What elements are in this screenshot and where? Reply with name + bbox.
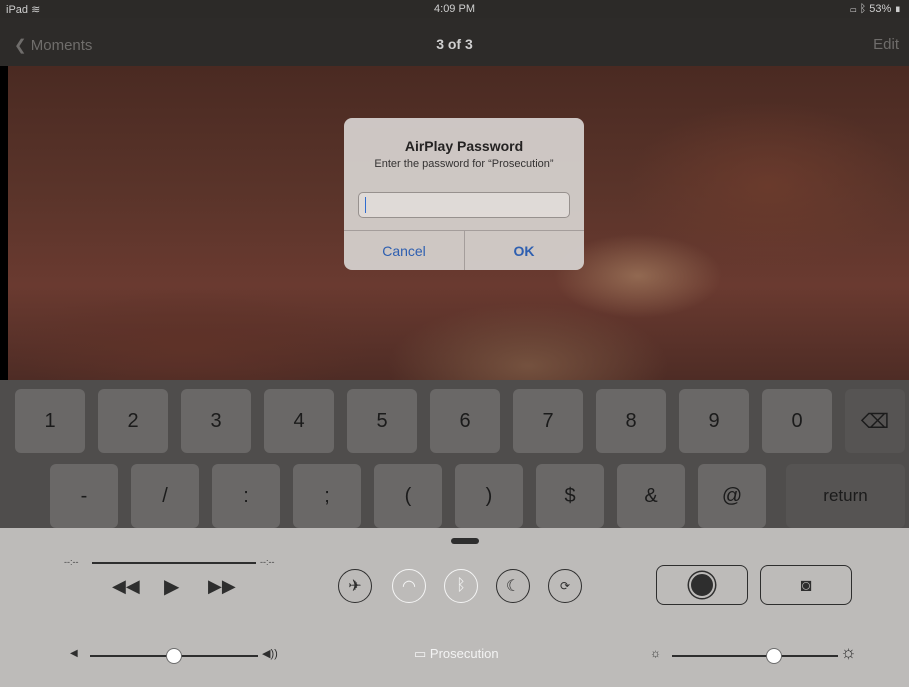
key-7[interactable]: 7 [513, 389, 583, 453]
delete-key[interactable]: ⌫ [845, 389, 905, 453]
key-9[interactable]: 9 [679, 389, 749, 453]
rotation-lock-toggle[interactable]: ⟳ [548, 569, 582, 603]
key-4[interactable]: 4 [264, 389, 334, 453]
key-open-paren[interactable]: ( [374, 464, 442, 528]
key-1[interactable]: 1 [15, 389, 85, 453]
airplay-button[interactable]: ▭ Prosecution [414, 646, 499, 662]
rewind-icon[interactable]: ◀◀ [112, 576, 140, 597]
key-8[interactable]: 8 [596, 389, 666, 453]
key-at[interactable]: @ [698, 464, 766, 528]
key-ampersand[interactable]: & [617, 464, 685, 528]
brightness-slider[interactable] [672, 655, 838, 657]
volume-slider-thumb[interactable] [166, 648, 182, 664]
key-3[interactable]: 3 [181, 389, 251, 453]
ok-button[interactable]: OK [464, 243, 584, 259]
play-icon[interactable]: ▶ [164, 574, 179, 599]
airplane-icon: ✈ [348, 578, 362, 595]
airplane-mode-toggle[interactable]: ✈ [338, 569, 372, 603]
media-scrubber[interactable] [92, 562, 256, 564]
bluetooth-icon: ᛒ [456, 577, 466, 594]
control-center: --:-- --:-- ◀◀ ▶ ▶▶ ✈ ◠ ᛒ ☾ ⟳ ◙ ◀ ◀)) ▭ … [0, 528, 909, 687]
navigation-bar: ❮ Moments 3 of 3 Edit [0, 18, 909, 66]
return-key[interactable]: return [786, 464, 905, 528]
grabber-handle[interactable] [451, 538, 479, 544]
airplay-icon: ▭ [414, 646, 427, 661]
keyboard: 1 2 3 4 5 6 7 8 9 0 ⌫ - / : ; ( ) $ & @ … [0, 380, 909, 528]
timer-button[interactable] [656, 565, 748, 605]
volume-low-icon: ◀ [70, 648, 78, 659]
key-close-paren[interactable]: ) [455, 464, 523, 528]
key-5[interactable]: 5 [347, 389, 417, 453]
rotation-lock-icon: ⟳ [559, 579, 571, 593]
wifi-icon: ◠ [402, 578, 416, 595]
airplay-status-icon: ▭ [849, 3, 857, 15]
key-semicolon[interactable]: ; [293, 464, 361, 528]
camera-button[interactable]: ◙ [760, 565, 852, 605]
key-6[interactable]: 6 [430, 389, 500, 453]
do-not-disturb-toggle[interactable]: ☾ [496, 569, 530, 603]
status-bar: iPad ≋ 4:09 PM ▭ ᛒ 53% ▮ [0, 0, 909, 18]
password-input[interactable] [358, 192, 570, 218]
volume-high-icon: ◀)) [262, 648, 278, 660]
backspace-icon: ⌫ [860, 410, 890, 433]
dialog-title: AirPlay Password [404, 138, 524, 154]
airplay-password-dialog: AirPlay Password Enter the password for … [344, 118, 584, 270]
status-time: 4:09 PM [434, 3, 475, 15]
brightness-slider-thumb[interactable] [766, 648, 782, 664]
cancel-button[interactable]: Cancel [344, 243, 464, 259]
brightness-high-icon: ☼ [840, 642, 857, 662]
key-dollar[interactable]: $ [536, 464, 604, 528]
brightness-low-icon: ☼ [650, 646, 661, 660]
bluetooth-status-icon: ᛒ [859, 3, 867, 15]
remaining-time: --:-- [260, 557, 275, 567]
key-2[interactable]: 2 [98, 389, 168, 453]
wifi-toggle[interactable]: ◠ [392, 569, 426, 603]
text-cursor [365, 197, 366, 213]
page-title: 3 of 3 [436, 36, 473, 52]
battery-indicator: ▭ ᛒ 53% ▮ [849, 3, 901, 15]
bluetooth-toggle[interactable]: ᛒ [444, 569, 478, 603]
edit-button[interactable]: Edit [873, 36, 899, 53]
dialog-message: Enter the password for “Prosecution” [374, 158, 554, 170]
key-slash[interactable]: / [131, 464, 199, 528]
timer-icon [689, 572, 715, 598]
key-colon[interactable]: : [212, 464, 280, 528]
elapsed-time: --:-- [64, 557, 79, 567]
moon-icon: ☾ [505, 578, 521, 595]
key-dash[interactable]: - [50, 464, 118, 528]
key-0[interactable]: 0 [762, 389, 832, 453]
fast-forward-icon[interactable]: ▶▶ [208, 576, 236, 597]
battery-icon: ▮ [894, 3, 901, 15]
camera-icon: ◙ [800, 574, 812, 595]
